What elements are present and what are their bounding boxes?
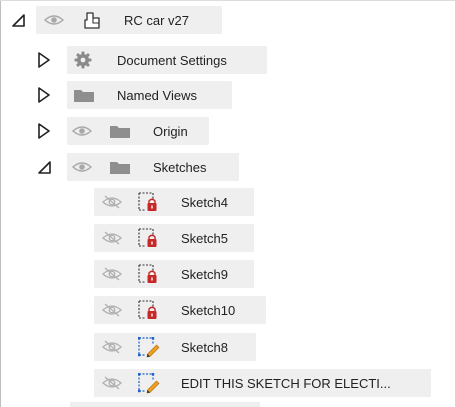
eye-hidden-icon[interactable] bbox=[101, 376, 123, 390]
locked-sketch-icon bbox=[138, 264, 157, 283]
sketch-row[interactable]: Sketch9 bbox=[0, 260, 455, 288]
collapsed-triangle-icon[interactable] bbox=[36, 51, 52, 69]
collapsed-triangle-icon[interactable] bbox=[36, 86, 52, 104]
locked-sketch-icon bbox=[138, 228, 157, 247]
top-border bbox=[0, 0, 455, 1]
folder-row-sketches[interactable]: Sketches bbox=[0, 153, 455, 181]
folder-label: Document Settings bbox=[117, 53, 227, 68]
eye-hidden-icon[interactable] bbox=[101, 231, 123, 245]
expanded-triangle-icon[interactable] bbox=[36, 158, 52, 176]
sketch-label: Sketch4 bbox=[181, 195, 228, 210]
gear-icon bbox=[74, 51, 92, 69]
folder-label: Named Views bbox=[117, 88, 197, 103]
sketch-row[interactable]: EDIT THIS SKETCH FOR ELECTI... bbox=[0, 369, 455, 397]
collapsed-triangle-icon[interactable] bbox=[36, 122, 52, 140]
browser-root-row[interactable]: RC car v27 bbox=[0, 6, 455, 34]
eye-hidden-icon[interactable] bbox=[101, 195, 123, 209]
sketch-row[interactable]: Sketch5 bbox=[0, 224, 455, 252]
locked-sketch-icon bbox=[138, 300, 157, 319]
sketch-label: EDIT THIS SKETCH FOR ELECTI... bbox=[181, 376, 391, 391]
folder-icon bbox=[74, 90, 94, 102]
sketch-label: Sketch8 bbox=[181, 340, 228, 355]
folder-label: Origin bbox=[153, 124, 188, 139]
component-icon bbox=[84, 12, 100, 29]
folder-row-origin[interactable]: Origin bbox=[0, 117, 455, 145]
folder-row-document-settings[interactable]: Document Settings bbox=[0, 46, 455, 74]
sketch-label: Sketch5 bbox=[181, 231, 228, 246]
locked-sketch-icon bbox=[138, 192, 157, 211]
sketch-row[interactable]: Sketch4 bbox=[0, 188, 455, 216]
expanded-triangle-icon[interactable] bbox=[10, 11, 26, 29]
editable-sketch-icon bbox=[138, 373, 160, 394]
partially-visible-row bbox=[70, 402, 260, 407]
root-component-label: RC car v27 bbox=[124, 13, 190, 28]
folder-row-named-views[interactable]: Named Views bbox=[0, 81, 455, 109]
editable-sketch-icon bbox=[138, 337, 160, 358]
eye-icon[interactable] bbox=[71, 161, 93, 173]
sketch-row[interactable]: Sketch10 bbox=[0, 296, 455, 324]
sketch-row[interactable]: Sketch8 bbox=[0, 333, 455, 361]
eye-icon[interactable] bbox=[71, 125, 93, 137]
sketch-label: Sketch10 bbox=[181, 303, 236, 318]
eye-hidden-icon[interactable] bbox=[101, 267, 123, 281]
eye-hidden-icon[interactable] bbox=[101, 303, 123, 317]
eye-icon[interactable] bbox=[43, 14, 65, 26]
sketch-label: Sketch9 bbox=[181, 267, 228, 282]
folder-icon bbox=[110, 126, 130, 138]
eye-hidden-icon[interactable] bbox=[101, 340, 123, 354]
folder-label: Sketches bbox=[153, 160, 207, 175]
folder-icon bbox=[110, 162, 130, 174]
